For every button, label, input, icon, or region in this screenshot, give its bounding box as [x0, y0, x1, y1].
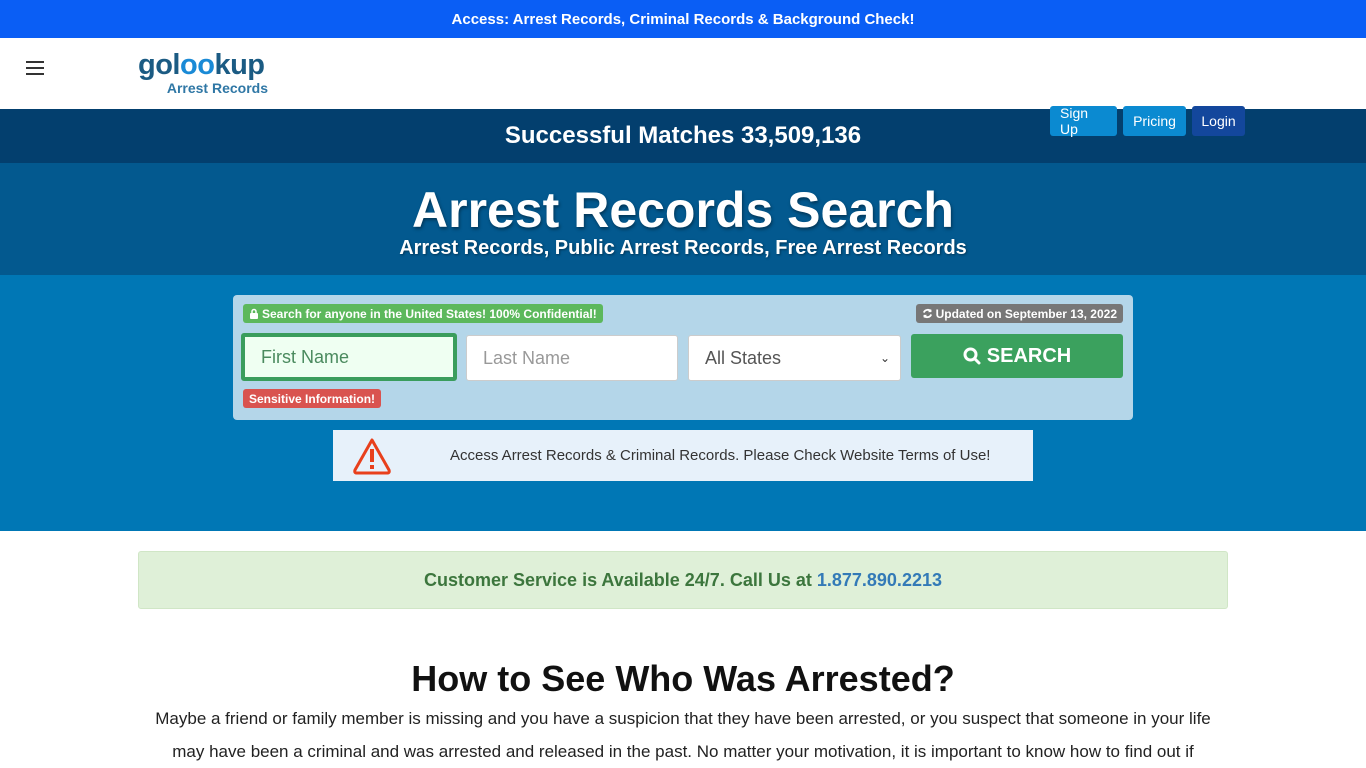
- page-subtitle: Arrest Records, Public Arrest Records, F…: [399, 237, 967, 259]
- sign-up-button[interactable]: Sign Up: [1050, 105, 1117, 137]
- updated-badge: Updated on September 13, 2022: [915, 304, 1123, 323]
- notice-text: Access Arrest Records & Criminal Records…: [450, 447, 991, 464]
- phone-link[interactable]: 1.877.890.2213: [817, 570, 942, 591]
- logo-text-oo: oo: [180, 49, 215, 81]
- sensitive-information-badge: Sensitive Information!: [243, 389, 382, 408]
- warning-icon: [353, 438, 391, 474]
- search-button[interactable]: SEARCH: [911, 334, 1123, 378]
- pricing-button[interactable]: Pricing: [1123, 106, 1186, 136]
- top-announcement-bar: Access: Arrest Records, Criminal Records…: [0, 0, 1366, 38]
- search-button-label: SEARCH: [986, 344, 1072, 367]
- updated-text: Updated on September 13, 2022: [935, 306, 1117, 321]
- refresh-icon: [922, 308, 932, 319]
- article: How to See Who Was Arrested? Maybe a fri…: [138, 656, 1228, 768]
- logo-text-post: kup: [214, 49, 265, 81]
- state-select[interactable]: All States ⌄: [688, 335, 901, 381]
- article-heading: How to See Who Was Arrested?: [411, 658, 955, 699]
- search-section: Search for anyone in the United States! …: [0, 275, 1366, 531]
- first-name-placeholder: First Name: [261, 346, 350, 367]
- logo-subtitle: Arrest Records: [166, 80, 268, 96]
- last-name-placeholder: Last Name: [483, 347, 571, 368]
- matches-text: Successful Matches 33,509,136: [504, 122, 862, 149]
- search-icon: [963, 347, 981, 365]
- logo[interactable]: golookup Arrest Records: [138, 50, 270, 96]
- nav-buttons: Sign Up Pricing Login: [1050, 105, 1245, 137]
- announcement-text: Access: Arrest Records, Criminal Records…: [451, 10, 915, 28]
- chevron-down-icon: ⌄: [879, 351, 890, 365]
- last-name-input[interactable]: Last Name: [466, 335, 678, 381]
- confidential-badge: Search for anyone in the United States! …: [243, 304, 603, 323]
- sensitive-text: Sensitive Information!: [249, 391, 376, 406]
- navbar: golookup Arrest Records Sign Up Pricing …: [0, 38, 1366, 137]
- confidential-text: Search for anyone in the United States! …: [262, 306, 597, 321]
- article-paragraph: Maybe a friend or family member is missi…: [155, 709, 1211, 761]
- service-text: Customer Service is Available 24/7. Call…: [424, 569, 812, 590]
- logo-text-pre: gol: [138, 49, 181, 81]
- customer-service-banner: Customer Service is Available 24/7. Call…: [138, 551, 1228, 609]
- login-button[interactable]: Login: [1192, 106, 1245, 136]
- hamburger-menu-icon[interactable]: [26, 61, 44, 75]
- terms-notice: Access Arrest Records & Criminal Records…: [333, 430, 1033, 481]
- lock-icon: [250, 308, 258, 319]
- hero: Arrest Records Search Arrest Records, Pu…: [0, 163, 1366, 275]
- page-title: Arrest Records Search: [412, 182, 954, 238]
- state-selected-value: All States: [705, 347, 782, 368]
- search-form: Search for anyone in the United States! …: [233, 295, 1133, 420]
- first-name-input[interactable]: First Name: [241, 333, 457, 381]
